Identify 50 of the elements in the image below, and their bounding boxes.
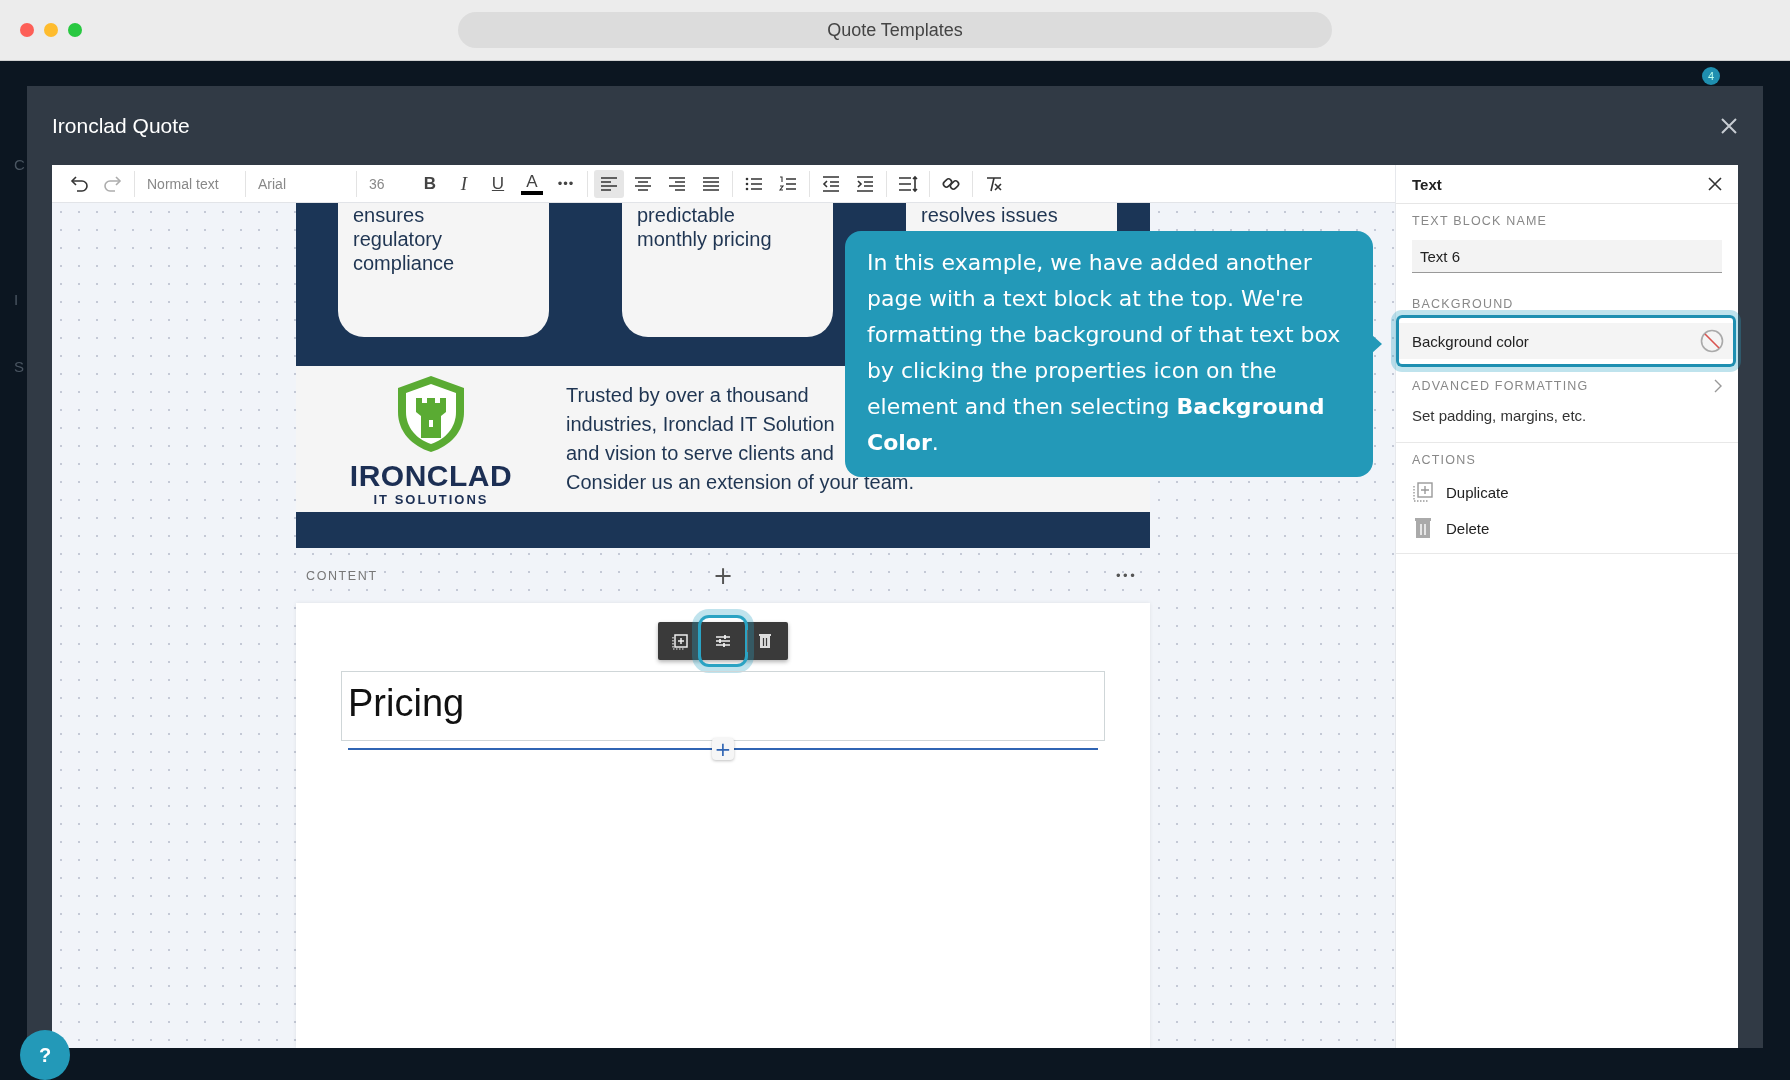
close-icon[interactable]	[1708, 177, 1722, 191]
align-left-button[interactable]	[594, 169, 624, 198]
sidebar-label: C	[14, 156, 25, 173]
modal-title: Ironclad Quote	[52, 113, 190, 138]
text-block[interactable]: Pricing	[341, 671, 1105, 741]
section-menu-button[interactable]: •••	[1020, 568, 1140, 583]
sidebar-label: S	[14, 358, 24, 375]
underline-button[interactable]: U	[483, 169, 513, 198]
add-section-button[interactable]: +	[708, 561, 738, 590]
card-text: ensures regulatory compliance	[353, 203, 456, 275]
card-text: predictable monthly pricing	[637, 203, 773, 251]
logo-tagline: IT SOLUTIONS	[373, 492, 489, 507]
chevron-right-icon	[1714, 379, 1722, 393]
sliders-icon	[714, 632, 732, 650]
bold-button[interactable]: B	[415, 169, 445, 198]
card-text: resolves issues	[921, 203, 1059, 227]
advanced-formatting-link[interactable]: ADVANCED FORMATTING	[1412, 379, 1722, 393]
paragraph-line: Trusted by over a thousand	[566, 383, 809, 408]
duplicate-icon	[672, 632, 690, 650]
paragraph-line: Consider us an extension of your team.	[566, 470, 914, 495]
field-label: ACTIONS	[1412, 453, 1477, 467]
more-button[interactable]: •••	[551, 169, 581, 198]
font-dropdown[interactable]: Arial	[250, 175, 352, 192]
action-item[interactable]: Duplicate	[1412, 481, 1722, 503]
window-close-button[interactable]	[20, 23, 34, 37]
shield-tower-icon	[396, 374, 466, 454]
name-field[interactable]: Text 6	[1412, 240, 1722, 273]
duplicate-icon	[1412, 481, 1434, 503]
action-item[interactable]: Delete	[1412, 517, 1722, 539]
insert-block-button[interactable]: +	[712, 738, 734, 760]
text-color-button[interactable]: A	[521, 172, 543, 195]
trash-icon	[756, 632, 774, 650]
no-color-icon	[1700, 329, 1724, 353]
hint-text: Set padding, margins, etc.	[1412, 407, 1588, 424]
paragraph-style-dropdown[interactable]: Normal text	[139, 175, 241, 192]
callout-text: In this example, we have added another page with a text block at the top. We're formatting the background of that text box by clicking the properties icon on the element and then selecting Background Color.	[867, 249, 1342, 457]
italic-button[interactable]: I	[449, 169, 479, 198]
paragraph-line: and vision to serve clients and	[566, 441, 834, 466]
trash-icon	[1412, 517, 1434, 539]
field-label: TEXT BLOCK NAME	[1412, 214, 1549, 228]
logo-wordmark: IRONCLAD	[349, 460, 513, 492]
section-label: CONTENT	[306, 568, 379, 583]
field-label: ADVANCED FORMATTING	[1412, 379, 1589, 393]
notification-badge: 4	[1702, 67, 1720, 85]
field-label: BACKGROUND	[1412, 297, 1515, 311]
panel-title: Text	[1412, 175, 1442, 193]
option-label: Background color	[1412, 332, 1529, 350]
window-title: Quote Templates	[458, 12, 1332, 48]
paragraph-line: industries, Ironclad IT Solution	[566, 412, 835, 437]
font-size-field[interactable]: 36	[361, 175, 413, 192]
